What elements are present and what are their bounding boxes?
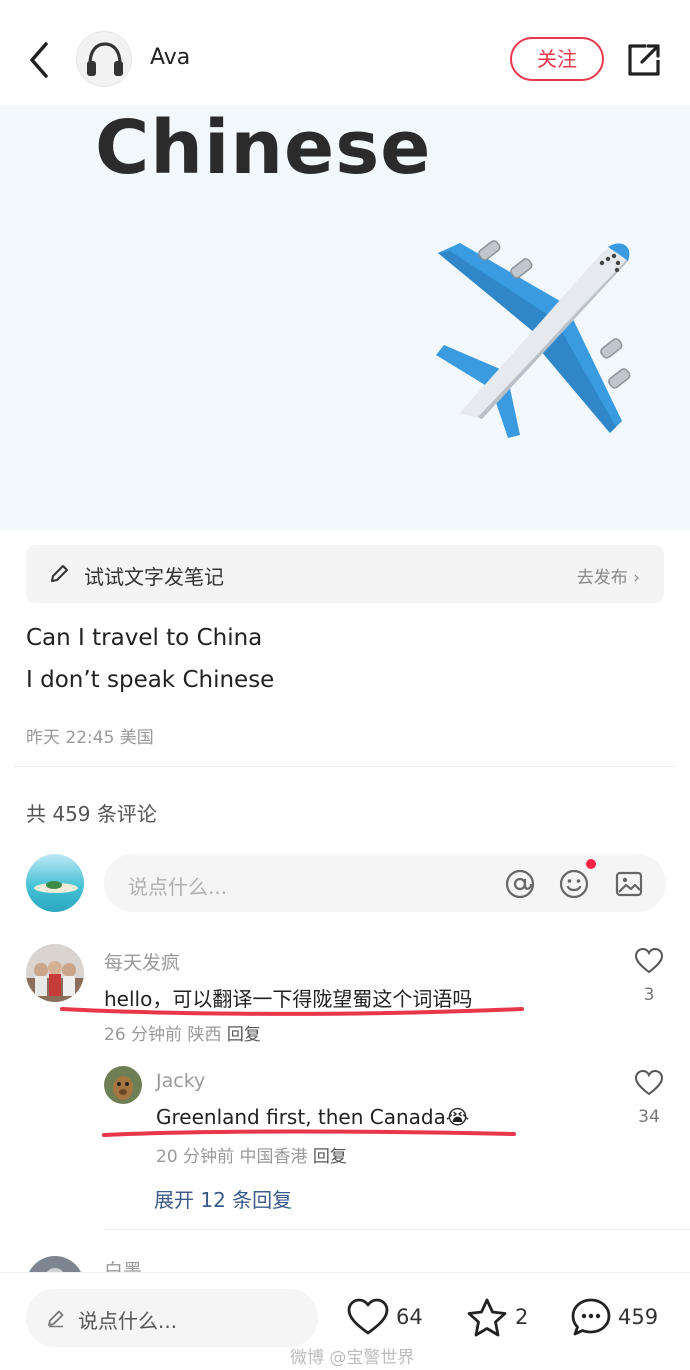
image-icon[interactable] [613, 868, 645, 900]
like-count: 34 [638, 1107, 660, 1127]
beach-avatar-image [26, 854, 84, 912]
comment-input-placeholder: 说点什么... [128, 875, 228, 899]
current-user-avatar [26, 854, 84, 912]
star-icon[interactable] [466, 1297, 508, 1339]
commenter-name[interactable]: 每天发疯 [104, 948, 180, 975]
post-cover-image[interactable]: Chinese [0, 105, 690, 530]
commenter-avatar[interactable] [26, 944, 84, 1002]
reply-button[interactable]: 回复 [313, 1147, 347, 1167]
author-avatar[interactable] [76, 31, 132, 87]
post-comment-count: 459 [618, 1305, 659, 1329]
red-underline-annotation [60, 1007, 524, 1016]
reply-commenter-avatar[interactable] [104, 1066, 142, 1104]
post-body-line: Can I travel to China [26, 625, 263, 651]
post-like-count: 64 [396, 1305, 423, 1329]
airplane-icon [436, 240, 631, 438]
comment-count: 共 459 条评论 [26, 802, 157, 826]
follow-button[interactable]: 关注 [510, 37, 604, 81]
notification-dot [586, 859, 596, 869]
emoji-icon[interactable] [558, 868, 590, 900]
post-body-line: I don’t speak Chinese [26, 667, 275, 693]
comment-input[interactable]: 说点什么... [104, 854, 666, 912]
divider [104, 1229, 690, 1230]
post-collect-count: 2 [515, 1305, 529, 1329]
go-publish-link[interactable]: 去发布 › [577, 563, 640, 588]
heart-icon[interactable] [634, 947, 664, 975]
heart-icon[interactable] [346, 1297, 390, 1337]
reply-button[interactable]: 回复 [227, 1025, 261, 1045]
share-icon[interactable] [624, 40, 664, 80]
pencil-icon [48, 1310, 64, 1328]
author-name[interactable]: Ava [150, 45, 190, 70]
watermark: 微博 @宝警世界 [290, 1348, 415, 1368]
expand-replies-link[interactable]: 展开 12 条回复 [154, 1184, 292, 1213]
reply-commenter-name[interactable]: Jacky [156, 1070, 205, 1092]
commenter-name[interactable]: 白墨 [104, 1256, 142, 1272]
headphones-icon [87, 42, 123, 76]
animal-avatar [104, 1066, 142, 1104]
try-note-label: 试试文字发笔记 [84, 565, 224, 589]
group-photo-avatar [26, 944, 84, 1002]
comment-time-location: 26 分钟前 陕西 [104, 1025, 227, 1045]
like-count: 3 [643, 985, 655, 1005]
comment-bubble-icon[interactable] [570, 1296, 612, 1338]
heart-icon[interactable] [634, 1069, 664, 1097]
bottom-input-placeholder: 说点什么... [78, 1309, 178, 1333]
back-icon[interactable] [22, 38, 58, 82]
reply-meta: 20 分钟前 中国香港 回复 [156, 1142, 347, 1167]
divider [14, 766, 676, 767]
cover-title: Chinese [95, 105, 432, 191]
bottom-comment-input[interactable]: 说点什么... [26, 1289, 318, 1347]
red-underline-annotation [102, 1129, 516, 1137]
pencil-icon [51, 565, 68, 582]
top-nav-bar: Ava 关注 [0, 0, 690, 105]
at-icon[interactable] [504, 868, 536, 900]
comment-meta: 26 分钟前 陕西 回复 [104, 1020, 261, 1045]
reply-time-location: 20 分钟前 中国香港 [156, 1147, 313, 1167]
try-text-note-banner[interactable]: 试试文字发笔记 去发布 › [26, 545, 664, 603]
post-meta: 昨天 22:45 美国 [26, 728, 154, 748]
